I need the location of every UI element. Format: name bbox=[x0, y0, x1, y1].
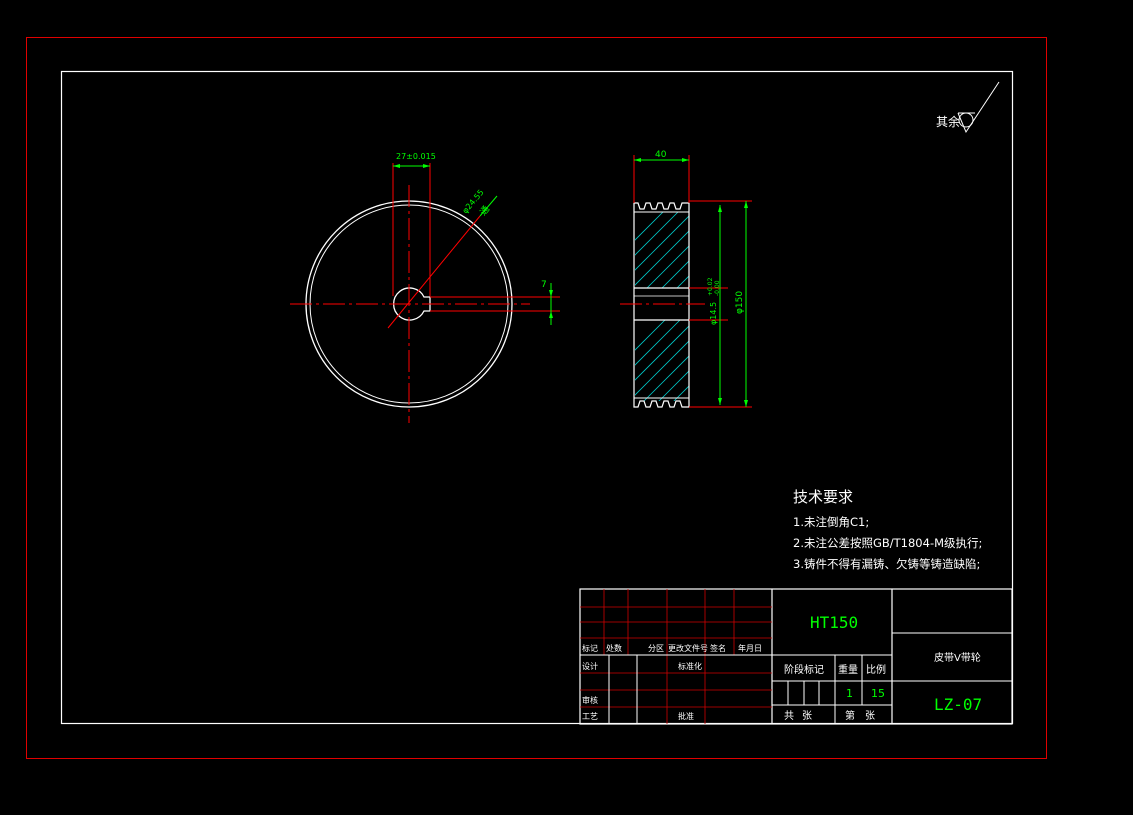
total-unit: 张 bbox=[802, 710, 812, 722]
qty-value: 1 bbox=[846, 687, 853, 700]
dim-bore-tol: +0.02 bbox=[707, 277, 714, 296]
drawing-canvas: 其余 27±0.015 φ24.55 通 7 40 φ14.5 +0.02 -0… bbox=[26, 37, 1047, 759]
drawing-number-text: LZ-07 bbox=[934, 695, 982, 714]
outer-border bbox=[26, 37, 1047, 759]
dim-key-depth: 7 bbox=[541, 280, 547, 290]
dim-hub-width: 40 bbox=[655, 150, 667, 160]
total-label: 共 bbox=[784, 710, 794, 722]
roughness-symbol: 其余 bbox=[936, 81, 1000, 134]
dim-pulley-dia: φ150 bbox=[735, 291, 745, 314]
rev-col-5: 签名 bbox=[710, 643, 726, 653]
pulley-section-outline bbox=[633, 202, 690, 408]
scale-label: 比例 bbox=[866, 663, 886, 676]
approve-label: 批准 bbox=[678, 711, 694, 721]
sheet-unit: 张 bbox=[865, 710, 875, 722]
front-view: 27±0.015 φ24.55 通 7 bbox=[290, 152, 560, 423]
rev-col-6: 年月日 bbox=[738, 643, 762, 653]
note-item-2: 2.未注公差按照GB/T1804-M级执行; bbox=[793, 536, 983, 550]
part-name-text: 皮带V带轮 bbox=[934, 651, 981, 664]
review-label: 审核 bbox=[582, 695, 598, 705]
side-view: 40 φ14.5 +0.02 -0.00 φ150 bbox=[620, 150, 752, 408]
note-item-1: 1.未注倒角C1; bbox=[793, 515, 870, 529]
stage-mark-label: 阶段标记 bbox=[784, 663, 824, 676]
dim-bore-dia: φ14.5 bbox=[709, 302, 718, 325]
notes-heading: 技术要求 bbox=[793, 488, 854, 506]
dim-keyway-width: 27±0.015 bbox=[396, 152, 436, 161]
rev-col-1: 标记 bbox=[582, 643, 598, 653]
dim-bore-tol2: -0.00 bbox=[714, 280, 721, 296]
weight-label: 重量 bbox=[838, 663, 858, 676]
std-label: 标准化 bbox=[678, 661, 702, 671]
rev-col-3: 分区 bbox=[648, 644, 664, 653]
title-block: HT150 皮带V带轮 LZ-07 阶段标记 重量 比例 1 15 共 张 第 … bbox=[579, 588, 1013, 725]
scale-value: 15 bbox=[871, 687, 885, 700]
rev-col-2: 处数 bbox=[606, 643, 622, 653]
roughness-label: 其余 bbox=[936, 114, 960, 129]
note-item-3: 3.铸件不得有漏铸、欠铸等铸造缺陷; bbox=[793, 557, 981, 571]
rev-col-4: 更改文件号 bbox=[668, 643, 708, 653]
sheet-label: 第 bbox=[845, 709, 855, 722]
material-text: HT150 bbox=[810, 613, 858, 632]
design-label: 设计 bbox=[582, 661, 598, 671]
inner-frame bbox=[60, 70, 1014, 725]
process-label: 工艺 bbox=[582, 712, 598, 721]
technical-notes: 技术要求 1.未注倒角C1; 2.未注公差按照GB/T1804-M级执行; 3.… bbox=[793, 486, 982, 575]
